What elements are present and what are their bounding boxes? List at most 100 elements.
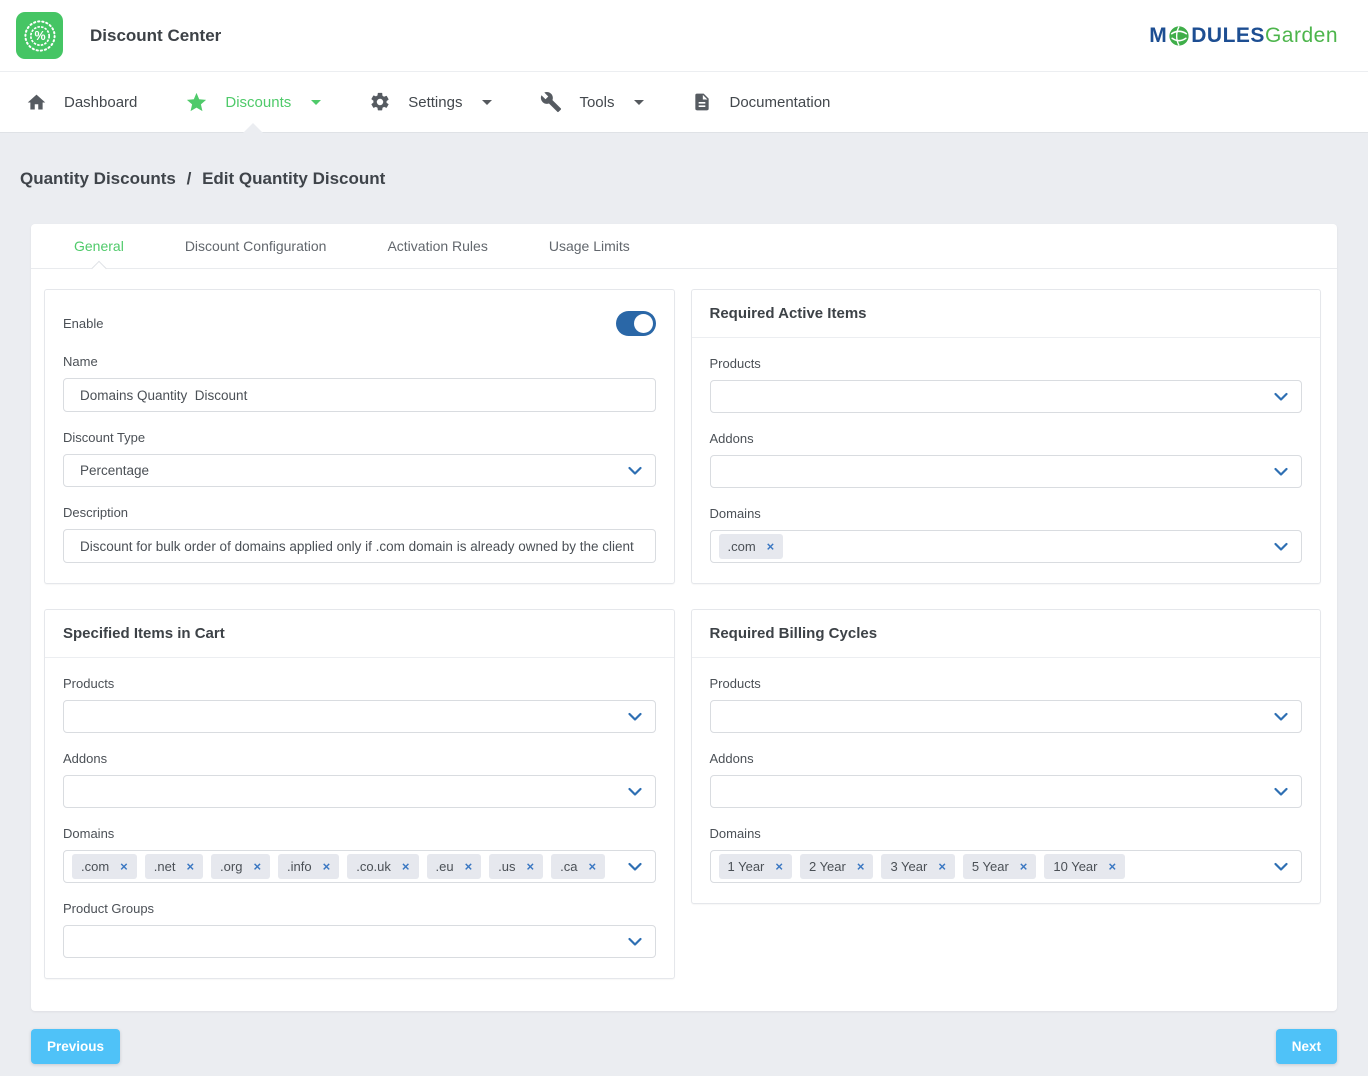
tag-label: .eu <box>436 858 454 875</box>
description-label: Description <box>63 505 656 520</box>
required-active-products-select[interactable] <box>710 380 1303 413</box>
selected-tag: 5 Year × <box>963 854 1036 879</box>
cart-products-select[interactable] <box>63 700 656 733</box>
page-title: Discount Center <box>90 26 221 46</box>
tag-label: .net <box>154 858 176 875</box>
domains-label: Domains <box>710 506 1303 521</box>
remove-tag-icon[interactable]: × <box>402 858 410 875</box>
selected-tag: .eu × <box>427 854 482 879</box>
required-active-domains-select[interactable]: .com × <box>710 530 1303 563</box>
remove-tag-icon[interactable]: × <box>120 858 128 875</box>
required-active-addons-select[interactable] <box>710 455 1303 488</box>
next-button[interactable]: Next <box>1276 1029 1337 1064</box>
required-billing-cycles-card: Required Billing Cycles Products Addons <box>691 609 1322 904</box>
discount-center-logo: % <box>16 12 63 59</box>
billing-products-select[interactable] <box>710 700 1303 733</box>
tag-label: .org <box>220 858 242 875</box>
nav-item-dashboard[interactable]: Dashboard <box>2 72 161 132</box>
discount-type-select[interactable]: Percentage <box>63 454 656 487</box>
remove-tag-icon[interactable]: × <box>767 538 775 555</box>
enable-label: Enable <box>63 316 103 331</box>
selected-tags: .com× .net × .org × .info× .co.uk × .eu × <box>72 854 605 879</box>
remove-tag-icon[interactable]: × <box>588 858 596 875</box>
remove-tag-icon[interactable]: × <box>857 858 865 875</box>
brand-part2: DULES <box>1191 24 1265 48</box>
cart-domains-select[interactable]: .com× .net × .org × .info× .co.uk × .eu × <box>63 850 656 883</box>
chevron-down-icon <box>1274 712 1288 721</box>
nav-label: Dashboard <box>64 94 137 111</box>
nav-item-tools[interactable]: Tools <box>516 72 668 132</box>
nav-label: Settings <box>408 94 462 111</box>
star-icon <box>185 91 208 114</box>
brand-part3: Garden <box>1265 24 1338 48</box>
nav-item-settings[interactable]: Settings <box>345 72 516 132</box>
name-label: Name <box>63 354 656 369</box>
selected-tag: .com× <box>72 854 137 879</box>
document-icon <box>692 92 712 112</box>
tab-activation-rules[interactable]: Activation Rules <box>387 224 487 268</box>
tag-label: 5 Year <box>972 858 1009 875</box>
nav-item-documentation[interactable]: Documentation <box>668 72 854 132</box>
previous-button[interactable]: Previous <box>31 1029 120 1064</box>
chevron-down-icon <box>628 862 642 871</box>
chevron-down-icon <box>482 100 492 105</box>
chevron-down-icon <box>311 100 321 105</box>
remove-tag-icon[interactable]: × <box>186 858 194 875</box>
products-label: Products <box>710 676 1303 691</box>
remove-tag-icon[interactable]: × <box>253 858 261 875</box>
tab-discount-configuration[interactable]: Discount Configuration <box>185 224 327 268</box>
chevron-down-icon <box>1274 862 1288 871</box>
tag-label: 3 Year <box>890 858 927 875</box>
nav-label: Documentation <box>729 94 830 111</box>
nav-label: Discounts <box>225 94 291 111</box>
remove-tag-icon[interactable]: × <box>1108 858 1116 875</box>
cart-addons-select[interactable] <box>63 775 656 808</box>
tag-label: 2 Year <box>809 858 846 875</box>
card-title: Required Active Items <box>692 290 1321 338</box>
products-label: Products <box>710 356 1303 371</box>
remove-tag-icon[interactable]: × <box>527 858 535 875</box>
remove-tag-icon[interactable]: × <box>323 858 331 875</box>
selected-tag: .info× <box>278 854 339 879</box>
addons-label: Addons <box>710 431 1303 446</box>
app-header: % Discount Center M DULES Garden <box>0 0 1368 72</box>
domains-label: Domains <box>63 826 656 841</box>
domains-label: Domains <box>710 826 1303 841</box>
products-label: Products <box>63 676 656 691</box>
billing-addons-select[interactable] <box>710 775 1303 808</box>
cart-product-groups-select[interactable] <box>63 925 656 958</box>
tag-label: .com <box>728 538 756 555</box>
remove-tag-icon[interactable]: × <box>775 858 783 875</box>
modulesgarden-logo[interactable]: M DULES Garden <box>1149 24 1338 48</box>
remove-tag-icon[interactable]: × <box>1020 858 1028 875</box>
wizard-footer: Previous Next <box>31 1029 1337 1064</box>
wrench-icon <box>540 91 562 113</box>
tag-label: .co.uk <box>356 858 391 875</box>
selected-tag: .org × <box>211 854 270 879</box>
chevron-down-icon <box>1274 392 1288 401</box>
tab-usage-limits[interactable]: Usage Limits <box>549 224 630 268</box>
general-settings-card: Enable Name Discount Type Percentage <box>44 289 675 584</box>
selected-tag: 10 Year× <box>1044 854 1125 879</box>
breadcrumb-section[interactable]: Quantity Discounts <box>20 169 176 188</box>
brand-part1: M <box>1149 24 1167 48</box>
nav-label: Tools <box>579 94 614 111</box>
name-input[interactable] <box>63 378 656 412</box>
svg-text:%: % <box>34 29 45 43</box>
selected-tag: 1 Year × <box>719 854 792 879</box>
enable-toggle[interactable] <box>616 311 656 336</box>
description-input[interactable] <box>63 529 656 563</box>
remove-tag-icon[interactable]: × <box>465 858 473 875</box>
remove-tag-icon[interactable]: × <box>938 858 946 875</box>
selected-tag: .co.uk × <box>347 854 418 879</box>
selected-tag: 2 Year × <box>800 854 873 879</box>
billing-domains-select[interactable]: 1 Year × 2 Year × 3 Year × 5 Year × 10 Year× <box>710 850 1303 883</box>
selected-tag: .com × <box>719 534 784 559</box>
chevron-down-icon <box>634 100 644 105</box>
tag-label: 1 Year <box>728 858 765 875</box>
addons-label: Addons <box>63 751 656 766</box>
tab-general[interactable]: General <box>74 224 124 268</box>
nav-item-discounts[interactable]: Discounts <box>161 72 345 132</box>
percent-badge-icon: % <box>20 16 60 56</box>
cards-grid: Enable Name Discount Type Percentage <box>31 269 1337 979</box>
